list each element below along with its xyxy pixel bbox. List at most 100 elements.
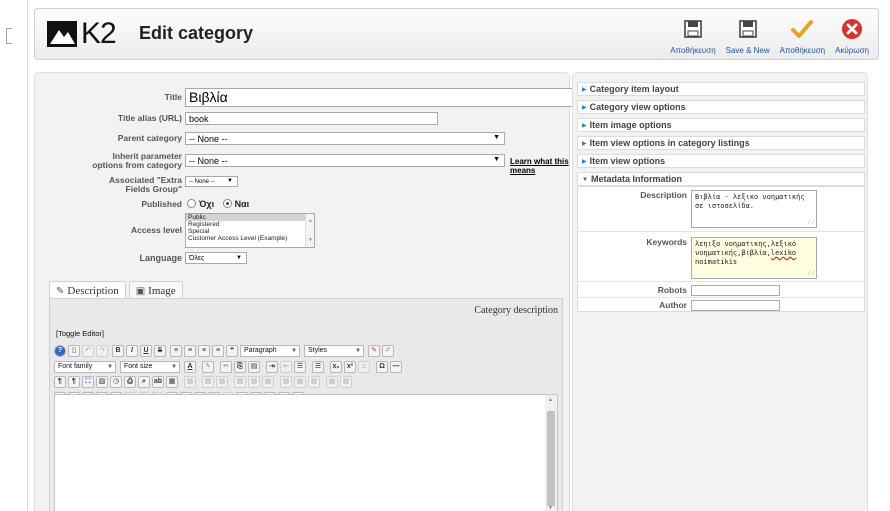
styles-select[interactable]: Styles ▼: [304, 345, 364, 357]
title-input[interactable]: Βιβλία: [185, 88, 599, 107]
paragraph-format-select[interactable]: Paragraph ▼: [240, 345, 300, 357]
align-right-icon[interactable]: ≡: [198, 345, 210, 357]
meta-keywords-row: Keywords λεηιξο νοηματικης,λεξικό νοηματ…: [578, 234, 864, 282]
redo-icon[interactable]: ↷: [96, 345, 108, 357]
anchor-icon[interactable]: ⚓: [358, 361, 370, 373]
access-level-listbox[interactable]: Public Registered Special Customer Acces…: [185, 213, 315, 248]
toggle-editor-link[interactable]: [Toggle Editor]: [56, 329, 104, 338]
row-after-icon[interactable]: ▦: [248, 376, 260, 388]
editor-scrollbar[interactable]: ▲ ▼: [545, 395, 557, 511]
align-left-icon[interactable]: ≡: [170, 345, 182, 357]
scroll-up-icon: ▲: [548, 397, 553, 403]
dropdown-arrow-icon: ▼: [493, 156, 500, 163]
meta-robots-input[interactable]: [691, 285, 780, 296]
accordion-metadata-information[interactable]: ▼ Metadata Information: [577, 172, 865, 186]
apply-button[interactable]: Αποθήκευση: [775, 13, 830, 57]
print-icon[interactable]: ⎙: [124, 376, 136, 388]
numbered-list-icon[interactable]: ☰: [312, 361, 324, 373]
highlight-icon[interactable]: ✎: [202, 361, 214, 373]
resize-grip-icon: ⁄⁄: [807, 270, 815, 277]
row-props-icon[interactable]: ▦: [202, 376, 214, 388]
accordion-item-view-options[interactable]: ▶ Item view options: [577, 154, 865, 168]
cell-props-icon[interactable]: ▦: [216, 376, 228, 388]
save-label: Αποθήκευση: [670, 46, 716, 55]
split-cells-icon[interactable]: ▦: [326, 376, 338, 388]
indent-icon[interactable]: ⇥: [266, 361, 278, 373]
new-document-icon[interactable]: ▯: [68, 345, 80, 357]
meta-keywords-textarea[interactable]: λεηιξο νοηματικης,λεξικό νοηματικής,βιβλ…: [691, 237, 817, 279]
copy-icon[interactable]: ⎘: [234, 361, 246, 373]
extra-fields-group-select[interactable]: -- None -- ▼: [185, 176, 238, 187]
bullet-list-icon[interactable]: ☰: [294, 361, 306, 373]
save-button[interactable]: Αποθήκευση: [665, 13, 720, 57]
expanded-triangle-icon: ▼: [582, 177, 588, 183]
accordion-category-item-layout[interactable]: ▶ Category item layout: [577, 82, 865, 96]
omega-icon[interactable]: Ω: [376, 361, 388, 373]
align-center-icon[interactable]: ≡: [184, 345, 196, 357]
justify-icon[interactable]: ≡: [212, 345, 224, 357]
tab-image[interactable]: ▣ Image: [128, 281, 183, 299]
find-icon[interactable]: ⌕: [138, 376, 150, 388]
brush-icon[interactable]: ✐: [382, 345, 394, 357]
outdent-icon[interactable]: ⇤: [280, 361, 292, 373]
access-option-customer[interactable]: Customer Access Level (Example): [186, 235, 314, 242]
accordion-category-view-options[interactable]: ▶ Category view options: [577, 100, 865, 114]
access-option-registered[interactable]: Registered: [186, 221, 314, 228]
paste-icon[interactable]: ▤: [248, 361, 260, 373]
access-option-public[interactable]: Public: [186, 214, 314, 221]
meta-description-textarea[interactable]: Βιβλία - λεξικο νοηματικής σε ιστοσελίδα…: [691, 190, 817, 228]
learn-what-this-means-link[interactable]: Learn what this means: [510, 157, 571, 175]
blockquote-icon[interactable]: ❝: [226, 345, 238, 357]
tab-description[interactable]: ✎ Description: [49, 281, 126, 299]
strikethrough-icon[interactable]: S: [154, 345, 166, 357]
cancel-button[interactable]: Ακύρωση: [830, 13, 874, 57]
text-color-icon[interactable]: A: [184, 361, 196, 373]
scrollbar-thumb[interactable]: [547, 411, 555, 506]
content-tabs: ✎ Description ▣ Image: [49, 281, 186, 299]
cut-icon[interactable]: ✂: [220, 361, 232, 373]
help-icon[interactable]: ?: [54, 345, 66, 357]
description-editor-area[interactable]: ▲ ▼: [54, 394, 558, 511]
cleanup-icon[interactable]: ✎: [368, 345, 380, 357]
font-size-select[interactable]: Font size ▼: [120, 361, 180, 373]
preview-icon[interactable]: ▨: [96, 376, 108, 388]
row-before-icon[interactable]: ▦: [234, 376, 246, 388]
font-family-select[interactable]: Font family ▼: [54, 361, 116, 373]
parent-category-select[interactable]: -- None -- ▼: [185, 132, 505, 145]
superscript-icon[interactable]: x²: [344, 361, 356, 373]
subscript-icon[interactable]: x₂: [330, 361, 342, 373]
save-new-button[interactable]: Save & New: [721, 13, 775, 57]
col-before-icon[interactable]: ▦: [280, 376, 292, 388]
rtl-icon[interactable]: ¶: [68, 376, 80, 388]
underline-icon[interactable]: U: [140, 345, 152, 357]
published-no-radio[interactable]: [187, 199, 196, 209]
meta-author-input[interactable]: [691, 300, 780, 311]
options-panel: ▶ Category item layout ▶ Category view opt…: [572, 72, 868, 511]
access-option-special[interactable]: Special: [186, 228, 314, 235]
undo-icon[interactable]: ↶: [82, 345, 94, 357]
inherit-category-select[interactable]: -- None -- ▼: [185, 154, 505, 167]
language-select[interactable]: Όλες ▼: [185, 252, 247, 264]
published-yes-radio[interactable]: [222, 199, 232, 209]
fullscreen-icon[interactable]: ⛶: [82, 376, 94, 388]
merge-cells-icon[interactable]: ▦: [340, 376, 352, 388]
table-props-icon[interactable]: ▦: [184, 376, 196, 388]
frame-edge: [6, 28, 12, 44]
ltr-icon[interactable]: ¶: [54, 376, 66, 388]
horizontal-rule-icon[interactable]: —: [390, 361, 402, 373]
meta-description-row: Description Βιβλία - λεξικο νοηματικής σ…: [578, 187, 864, 232]
meta-robots-row: Robots: [578, 283, 864, 298]
italic-icon[interactable]: I: [126, 345, 138, 357]
delete-row-icon[interactable]: ▦: [262, 376, 274, 388]
alias-input[interactable]: book: [185, 112, 438, 125]
col-after-icon[interactable]: ▦: [294, 376, 306, 388]
editor-caption: Category description: [474, 305, 558, 316]
listbox-scrollbar[interactable]: ▲ ▼: [305, 214, 314, 247]
accordion-item-image-options[interactable]: ▶ Item image options: [577, 118, 865, 132]
insert-date-icon[interactable]: ◷: [110, 376, 122, 388]
bold-icon[interactable]: B: [112, 345, 124, 357]
delete-col-icon[interactable]: ▦: [308, 376, 320, 388]
replace-icon[interactable]: ab: [152, 376, 164, 388]
table-icon[interactable]: ▦: [166, 376, 178, 388]
accordion-item-view-options-in-listings[interactable]: ▶ Item view options in category listings: [577, 136, 865, 150]
